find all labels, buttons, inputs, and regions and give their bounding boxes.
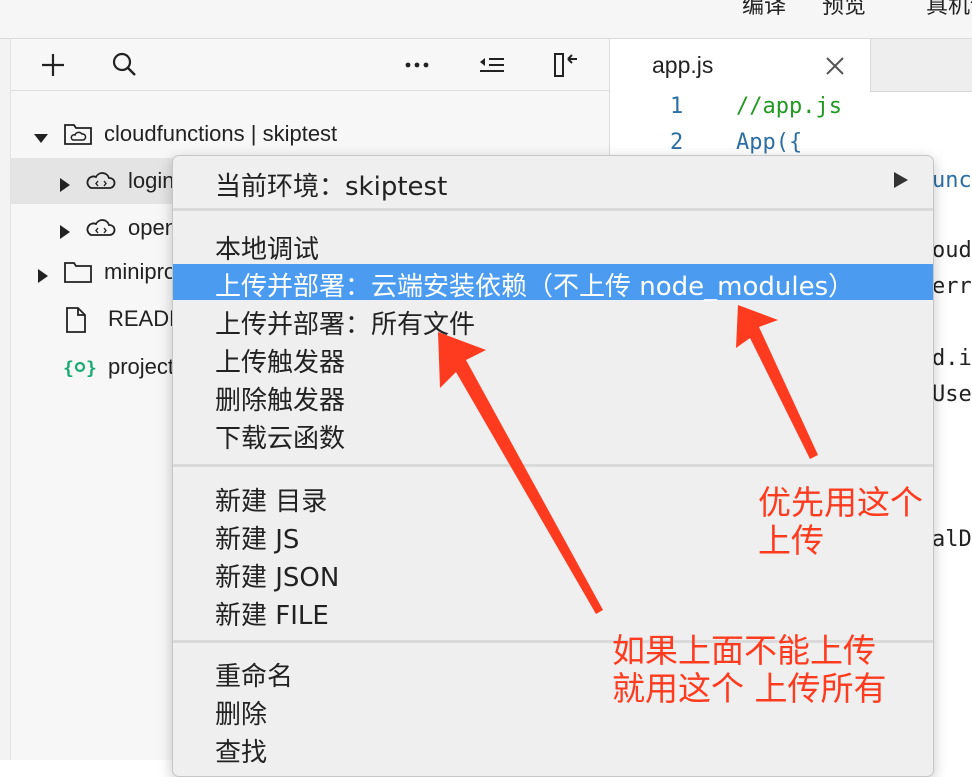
arrow-to-cloud-deps (736, 305, 818, 459)
annotation-line: 如果上面不能上传 (612, 631, 876, 670)
annotation-line: 就用这个 上传所有 (612, 669, 887, 708)
annotation-line: 优先用这个 (758, 483, 923, 522)
annotation-line: 上传 (758, 521, 824, 560)
annotation-note-preferred: 优先用这个 上传 (758, 484, 923, 560)
annotation-note-fallback: 如果上面不能上传 就用这个 上传所有 (612, 632, 887, 708)
arrow-to-upload-all (438, 332, 603, 614)
